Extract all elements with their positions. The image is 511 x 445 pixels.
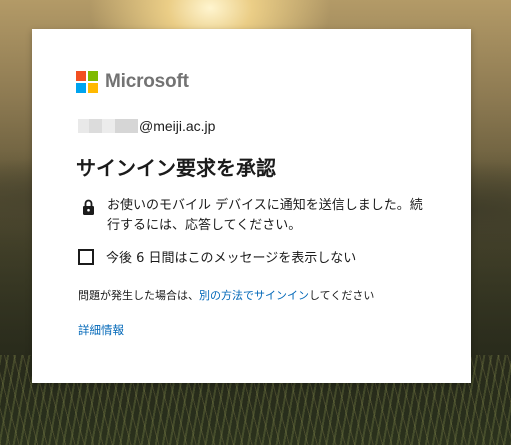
sign-in-another-way-link[interactable]: 別の方法でサインイン [199, 289, 309, 302]
masked-username [78, 119, 138, 133]
notification-message: お使いのモバイル デバイスに通知を送信しました。続行するには、応答してください。 [82, 196, 434, 236]
dont-show-again-checkbox[interactable] [78, 248, 94, 265]
trouble-message: 問題が発生した場合は、別の方法でサインインしてください [78, 287, 374, 303]
account-email: @meiji.ac.jp [139, 118, 216, 134]
trouble-suffix: してください [309, 289, 375, 302]
dont-show-again-option[interactable]: 今後 6 日間はこのメッセージを表示しない [78, 247, 356, 266]
more-information-link[interactable]: 詳細情報 [78, 322, 124, 338]
microsoft-logo: Microsoft [76, 71, 189, 93]
notification-text: お使いのモバイル デバイスに通知を送信しました。続行するには、応答してください。 [107, 198, 423, 233]
microsoft-logo-icon [76, 71, 98, 93]
brand-name: Microsoft [105, 71, 189, 92]
sign-in-card: Microsoft @meiji.ac.jp サインイン要求を承認 お使いのモバ… [32, 29, 471, 383]
trouble-prefix: 問題が発生した場合は、 [78, 289, 199, 302]
lock-icon [83, 199, 94, 215]
dont-show-again-label: 今後 6 日間はこのメッセージを表示しない [106, 251, 357, 266]
account-identity: @meiji.ac.jp [78, 118, 215, 134]
page-title: サインイン要求を承認 [76, 156, 276, 180]
